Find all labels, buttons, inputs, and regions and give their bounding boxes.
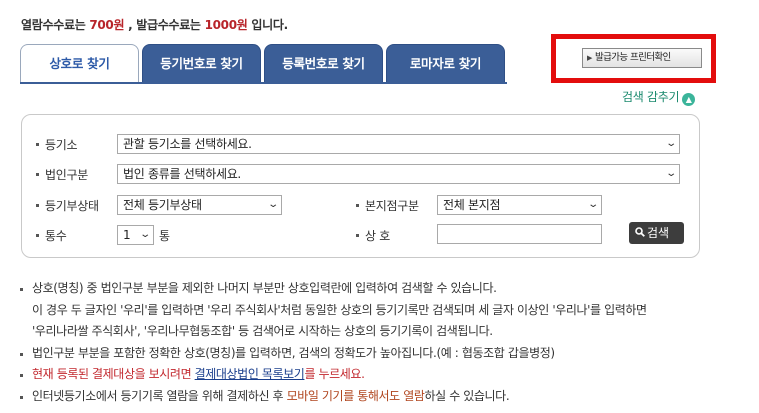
chevron-down-icon: ⌄	[587, 199, 599, 210]
note-item: 법인구분 부분을 포함한 정확한 상호(명칭)를 입력하면, 검색의 정확도가 …	[20, 343, 740, 365]
reg-status-select-value: 전체 등기부상태	[123, 198, 202, 212]
note-item-continued: '우리나라쌀 주식회사', '우리나무협동조합' 등 검색어로 시작하는 상호의…	[32, 324, 493, 338]
fee-middle: , 발급수수료는	[124, 18, 205, 32]
bullet-icon	[36, 173, 39, 176]
registry-label: 등기소	[36, 136, 78, 153]
reg-status-select[interactable]: 전체 등기부상태 ⌄	[117, 195, 282, 215]
fee-prefix: 열람수수료는	[21, 18, 90, 32]
bullet-icon	[36, 204, 39, 207]
chevron-down-icon: ⌄	[665, 168, 677, 179]
bullet-icon	[20, 374, 23, 377]
bullet-icon	[356, 204, 359, 207]
note-item-continued: 이 경우 두 글자인 '우리'를 입력하면 '우리 주식회사'처럼 동일한 상호…	[32, 302, 647, 317]
registry-select[interactable]: 관할 등기소를 선택하세요. ⌄	[117, 134, 680, 154]
bullet-icon	[20, 395, 23, 399]
bullet-icon	[36, 143, 39, 146]
fee-suffix: 입니다.	[247, 18, 288, 32]
name-input[interactable]	[437, 224, 602, 244]
view-fee: 700원	[89, 18, 125, 32]
corp-type-label: 법인구분	[36, 166, 88, 183]
triangle-right-icon: ▶	[587, 54, 592, 62]
search-form-panel: 등기소 관할 등기소를 선택하세요. ⌄ 법인구분 법인 종류를 선택하세요. ⌄ …	[21, 114, 700, 258]
printer-check-label: 발급가능 프린터확인	[595, 52, 671, 63]
chevron-up-icon: ▲	[682, 93, 696, 106]
branch-select[interactable]: 전체 본지점 ⌄	[437, 195, 602, 215]
chevron-down-icon: ⌄	[267, 199, 279, 210]
note-item: 현재 등록된 결제대상을 보시려면 결제대상법인 목록보기를 누르세요.	[20, 364, 740, 386]
tab-by-roman[interactable]: 로마자로 찾기	[386, 44, 505, 83]
payment-target-list-link[interactable]: 결제대상법인 목록보기	[195, 367, 305, 381]
bullet-icon	[356, 234, 359, 237]
tab-by-registration-number[interactable]: 등록번호로 찾기	[264, 44, 383, 83]
fee-notice: 열람수수료는 700원 , 발급수수료는 1000원 입니다.	[21, 16, 288, 33]
chevron-down-icon: ⌄	[665, 138, 677, 149]
corp-type-select[interactable]: 법인 종류를 선택하세요. ⌄	[117, 164, 680, 184]
copies-unit: 통	[159, 229, 171, 243]
bullet-icon	[20, 352, 23, 356]
name-label: 상 호	[356, 227, 390, 244]
mobile-highlight: 모바일 기기를 통해서도 열람	[286, 388, 425, 403]
copies-select-value: 1	[123, 228, 131, 242]
registry-select-value: 관할 등기소를 선택하세요.	[123, 137, 252, 151]
branch-label: 본지점구분	[356, 197, 419, 214]
reg-status-label: 등기부상태	[36, 197, 99, 214]
corp-type-select-value: 법인 종류를 선택하세요.	[123, 167, 241, 181]
search-icon	[635, 227, 645, 237]
copies-label: 통수	[36, 227, 67, 244]
branch-select-value: 전체 본지점	[443, 198, 501, 212]
search-button[interactable]: 검색	[629, 222, 684, 244]
collapse-search-link[interactable]: 검색 감추기 ▲	[622, 88, 696, 106]
copies-select[interactable]: 1 ⌄	[117, 225, 154, 245]
chevron-down-icon: ⌄	[139, 229, 151, 240]
tab-by-reg-number[interactable]: 등기번호로 찾기	[142, 44, 261, 83]
search-button-label: 검색	[647, 226, 670, 240]
tabs-underline	[20, 82, 507, 84]
bullet-icon	[36, 234, 39, 237]
bullet-icon	[20, 288, 23, 291]
highlight-box: ▶ 발급가능 프린터확인	[551, 34, 716, 83]
printer-check-button[interactable]: ▶ 발급가능 프린터확인	[582, 48, 702, 68]
note-item: 인터넷등기소에서 등기기록 열람을 위해 결제하신 후 모바일 기기를 통해서도…	[20, 386, 740, 408]
note-item: 상호(명칭) 중 법인구분 부분을 제외한 나머지 부분만 상호입력란에 입력하…	[20, 278, 740, 300]
search-tabs: 상호로 찾기 등기번호로 찾기 등록번호로 찾기 로마자로 찾기	[20, 44, 507, 84]
tab-by-name[interactable]: 상호로 찾기	[20, 44, 139, 84]
help-notes: 상호(명칭) 중 법인구분 부분을 제외한 나머지 부분만 상호입력란에 입력하…	[20, 278, 740, 407]
issue-fee: 1000원	[204, 18, 248, 32]
collapse-label: 검색 감추기	[622, 90, 680, 104]
